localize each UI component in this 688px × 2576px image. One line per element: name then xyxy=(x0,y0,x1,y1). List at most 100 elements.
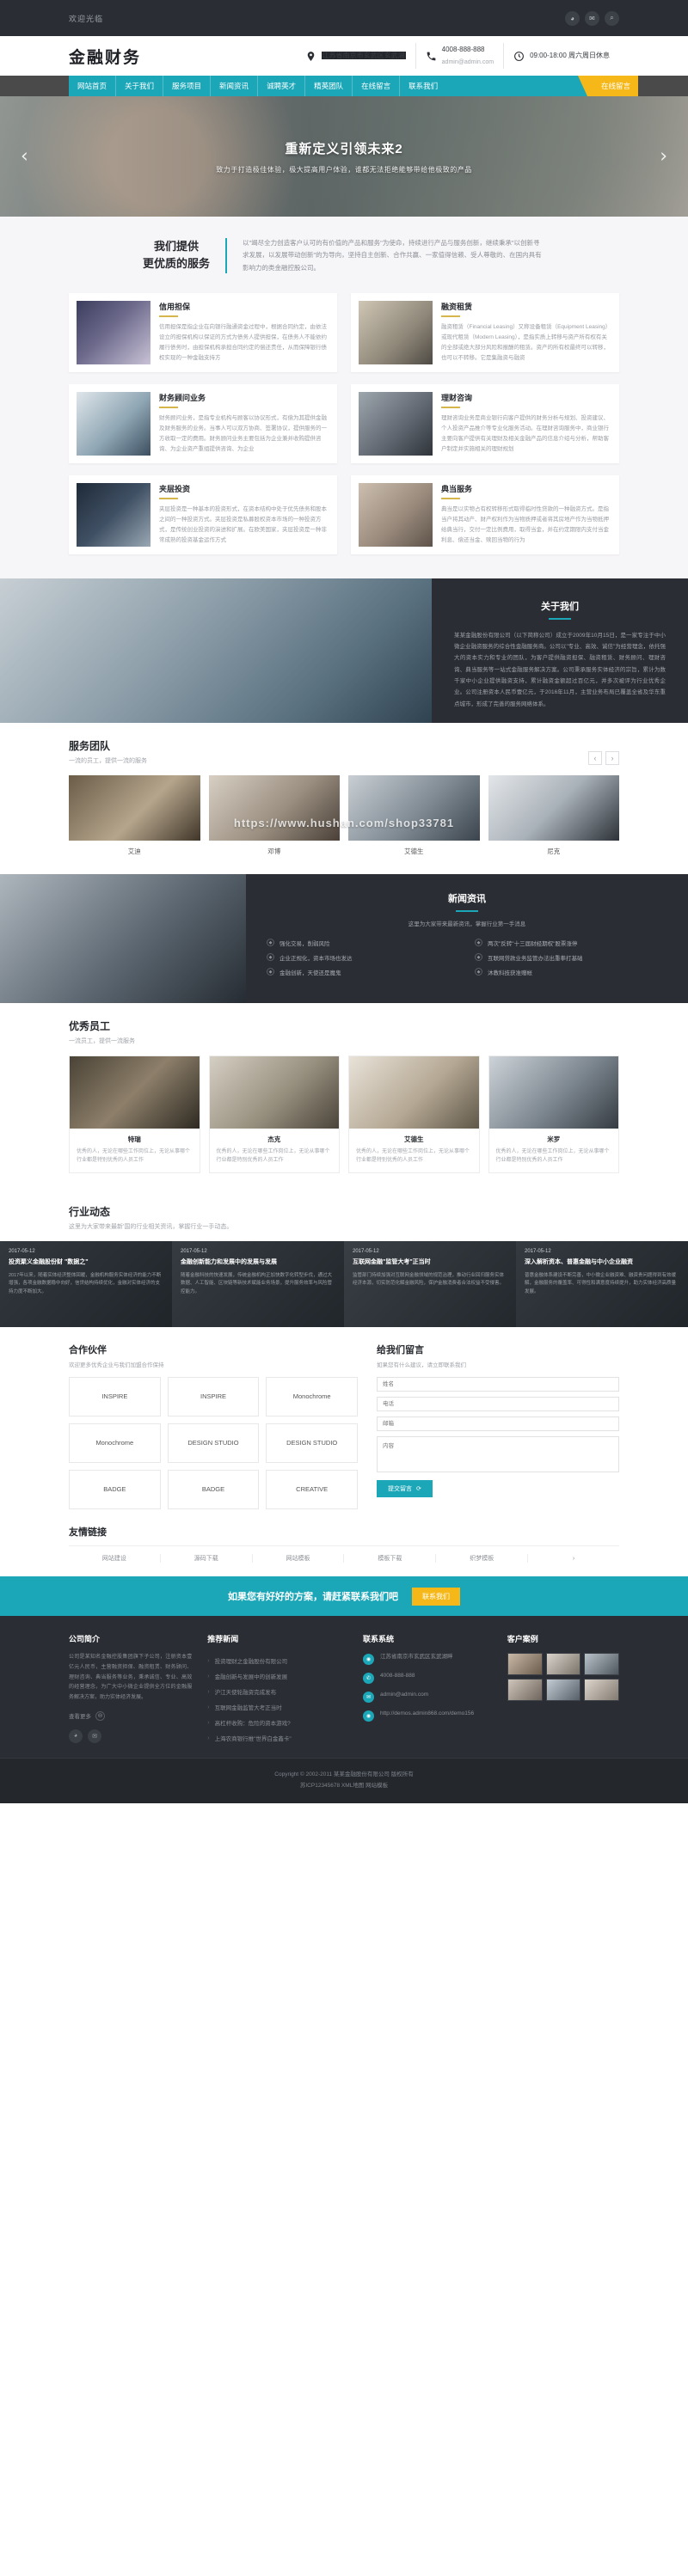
name-input[interactable] xyxy=(377,1377,619,1392)
service-card[interactable]: 财务顾问业务 财务顾问业务，是指专业机构与顾客以协议形式，有偿为其提供金融及财务… xyxy=(69,383,337,463)
services-header: 我们提供 更优质的服务 以"竭尽全力创造客户认可的有价值的产品和服务"为使命，持… xyxy=(69,237,619,274)
case-thumbnail[interactable] xyxy=(584,1679,619,1702)
cta-contact-button[interactable]: 联系我们 xyxy=(412,1587,460,1606)
staff-desc: 优秀的人，无论在哪些工作岗位上，无论从事哪个行业都是特别优秀的人员工作 xyxy=(216,1148,330,1163)
news-item[interactable]: ◆ 互联网贷款业务监管办法出重拳打基础 xyxy=(475,953,667,962)
case-thumbnail[interactable] xyxy=(584,1653,619,1676)
staff-photo xyxy=(209,1055,339,1129)
team-member[interactable]: 尼克 xyxy=(488,774,619,856)
partner-logo[interactable]: Monochrome xyxy=(69,1423,161,1464)
industry-card[interactable]: 2017-05-12 投资聚义金融股份财 "数据之" 2017年以来，随着实体经… xyxy=(0,1241,172,1328)
partner-logo[interactable]: DESIGN STUDIO xyxy=(167,1423,260,1464)
bullet-icon: ◆ xyxy=(475,939,482,947)
banner-next-arrow[interactable]: › xyxy=(660,146,667,168)
service-thumbnail xyxy=(359,482,433,547)
welcome-text: 欢迎光临 xyxy=(69,14,104,23)
team-member[interactable]: 邓博 xyxy=(208,774,340,856)
footer-news-item[interactable]: › 上海农商银行推"世界白金鑫卡" xyxy=(207,1730,347,1746)
friend-link[interactable]: 网站建设 xyxy=(69,1554,161,1563)
email-input[interactable] xyxy=(377,1416,619,1432)
partner-logo[interactable]: Monochrome xyxy=(266,1377,358,1417)
search-icon[interactable]: ⌕ xyxy=(605,10,619,26)
friend-link[interactable]: 源码下载 xyxy=(161,1554,253,1563)
nav-item-jobs[interactable]: 诚聘英才 xyxy=(258,76,306,96)
case-thumbnail[interactable] xyxy=(545,1653,581,1676)
news-item[interactable]: ◆ 沐教科技获准赠帐 xyxy=(475,968,667,976)
news-item[interactable]: ◆ 金融创新，天使还是魔鬼 xyxy=(267,968,459,976)
nav-item-services[interactable]: 服务项目 xyxy=(163,76,212,96)
phone-input[interactable] xyxy=(377,1397,619,1412)
staff-member[interactable]: 米罗 优秀的人，无论在哪些工作岗位上，无论从事哪个行业都是特别优秀的人员工作 xyxy=(488,1055,619,1174)
service-card[interactable]: 融资租赁 融资租赁（Financial Leasing）又称设备租赁（Equip… xyxy=(351,292,619,372)
submit-message-button[interactable]: 提交留言 ⟳ xyxy=(377,1480,433,1498)
footer-cases: 客户案例 xyxy=(507,1633,619,1746)
case-thumbnail[interactable] xyxy=(545,1679,581,1702)
team-member-name: 尼克 xyxy=(547,847,561,855)
partner-logo[interactable]: BADGE xyxy=(69,1470,161,1510)
friend-links-next-arrow[interactable]: › xyxy=(528,1556,619,1562)
header-address-text: 江苏省南京市玄武区玄武湖 xyxy=(321,52,406,60)
site-logo[interactable]: 金融财务 xyxy=(69,45,141,68)
service-card[interactable]: 理财咨询 理财咨询业务是商业银行向客户提供的财务分析与规划、投资建议、个人投资产… xyxy=(351,383,619,463)
friend-link[interactable]: 织梦模板 xyxy=(436,1554,529,1563)
partner-logo[interactable]: BADGE xyxy=(167,1470,260,1510)
nav-item-news[interactable]: 新闻资讯 xyxy=(211,76,259,96)
footer-contact-url[interactable]: ◉ http://demos.admin868.com/demo156 xyxy=(363,1710,492,1722)
site-header: 金融财务 江苏省南京市玄武区玄武湖 4008-888-888 admin@adm… xyxy=(0,36,688,76)
footer-news-item[interactable]: › 沪江天使轮融资完成发布 xyxy=(207,1684,347,1699)
industry-card[interactable]: 2017-05-12 深入解析资本、普惠金融与中小企业融资 普惠金融体系建设不断… xyxy=(516,1241,688,1328)
friend-link[interactable]: 网站模板 xyxy=(253,1554,345,1563)
reset-icon[interactable]: ⟳ xyxy=(416,1485,421,1492)
team-prev-button[interactable]: ‹ xyxy=(588,750,602,765)
partner-logo[interactable]: CREATIVE xyxy=(266,1470,358,1510)
case-thumbnail[interactable] xyxy=(507,1679,543,1702)
nav-item-message[interactable]: 在线留言 xyxy=(353,76,401,96)
nav-item-team[interactable]: 精英团队 xyxy=(305,76,353,96)
industry-card[interactable]: 2017-05-12 互联网金融"监管大考"正当时 监管部门持续加强对互联网金融… xyxy=(344,1241,516,1328)
news-item[interactable]: ◆ 强化交易，削弱风险 xyxy=(267,939,459,947)
footer-contact: 联系系统 ◉ 江苏省南京市玄武区玄武湖畔 ✆ 4008-888-888 ✉ ad… xyxy=(363,1633,492,1746)
nav-item-about[interactable]: 关于我们 xyxy=(116,76,164,96)
friend-link[interactable]: 模板下载 xyxy=(344,1554,437,1563)
hero-banner: ‹ › 重新定义引领未来2 致力于打造极佳体验，极大提高用户体验，谁都无法拒绝能… xyxy=(0,96,688,217)
partner-logo[interactable]: DESIGN STUDIO xyxy=(266,1423,358,1464)
footer-news-item[interactable]: › 金融创新与发展中的创新发展 xyxy=(207,1668,347,1684)
footer-news-item[interactable]: › 投资理财之金融股份有限公司 xyxy=(207,1653,347,1668)
partners-subtitle: 欢迎更多优秀企业与我们加盟合作保持 xyxy=(69,1362,164,1369)
service-card[interactable]: 典当服务 典当是以实物占有权转移形式取得临时性贷款的一种融资方式。是指当户将其动… xyxy=(351,474,619,554)
nav-item-contact[interactable]: 联系我们 xyxy=(400,76,446,96)
staff-member[interactable]: 艾德生 优秀的人，无论在哪些工作岗位上，无论从事哪个行业都是特别优秀的人员工作 xyxy=(348,1055,480,1174)
footer-news-item[interactable]: › 高杠杆收购：危险的资本游戏? xyxy=(207,1715,347,1730)
services-grid: 信用担保 信用担保是指企业在向银行融通资金过程中，根据合同约定，由依法设立的担保… xyxy=(69,292,619,554)
service-text: 财务顾问业务，是指专业机构与顾客以协议形式，有偿为其提供金融及财务服务的业务。当… xyxy=(159,414,327,452)
news-item[interactable]: ◆ 两次"反转"十三届财经期权"股票涨停 xyxy=(475,939,667,947)
weibo-icon[interactable]: ◕ xyxy=(565,10,580,26)
industry-card[interactable]: 2017-05-12 金融创新能力和发展中的发展与发展 随着金融科技的快速发展，… xyxy=(172,1241,344,1328)
content-textarea[interactable] xyxy=(377,1436,619,1473)
footer-more-link[interactable]: 查看更多 ⊖ xyxy=(69,1710,192,1721)
wechat-icon[interactable]: ✉ xyxy=(88,1729,101,1743)
wechat-icon[interactable]: ✉ xyxy=(585,10,599,26)
partner-logo[interactable]: INSPIRE xyxy=(69,1377,161,1417)
staff-name: 杰克 xyxy=(267,1135,281,1143)
case-thumbnail[interactable] xyxy=(507,1653,543,1676)
team-member[interactable]: 艾德生 xyxy=(348,774,480,856)
weibo-icon[interactable]: ◕ xyxy=(69,1729,83,1743)
nav-cta-button[interactable]: 在线留言 xyxy=(577,76,638,96)
banner-prev-arrow[interactable]: ‹ xyxy=(21,146,28,168)
service-title: 财务顾问业务 xyxy=(159,393,206,402)
staff-member[interactable]: 特瑞 优秀的人，无论在哪些工作岗位上，无论从事哪个行业都是特别优秀的人员工作 xyxy=(69,1055,200,1174)
staff-member[interactable]: 杰克 优秀的人，无论在哪些工作岗位上，无论从事哪个行业都是特别优秀的人员工作 xyxy=(208,1055,340,1174)
service-card[interactable]: 夹层投资 夹层投资是一种基本的投资形式，在资本结构中处于优先债务和股本之间的一种… xyxy=(69,474,337,554)
team-member[interactable]: 艾迪 xyxy=(69,774,200,856)
news-item[interactable]: ◆ 企业正规化，资本市场也发达 xyxy=(267,953,459,962)
team-next-button[interactable]: › xyxy=(605,750,619,765)
services-title: 我们提供 更优质的服务 xyxy=(143,237,227,274)
industry-card-text: 2017年以来，随着实体经济整体回暖，金融机构服务实体经济的能力不断增强，各项金… xyxy=(9,1272,162,1294)
about-underline xyxy=(549,617,571,620)
service-card[interactable]: 信用担保 信用担保是指企业在向银行融通资金过程中，根据合同约定，由依法设立的担保… xyxy=(69,292,337,372)
nav-item-home[interactable]: 网站首页 xyxy=(69,76,117,96)
news-item-label: 企业正规化，资本市场也发达 xyxy=(280,955,353,962)
footer-news-item[interactable]: › 互联网金融监管大考正当时 xyxy=(207,1699,347,1715)
partner-logo[interactable]: INSPIRE xyxy=(167,1377,260,1417)
